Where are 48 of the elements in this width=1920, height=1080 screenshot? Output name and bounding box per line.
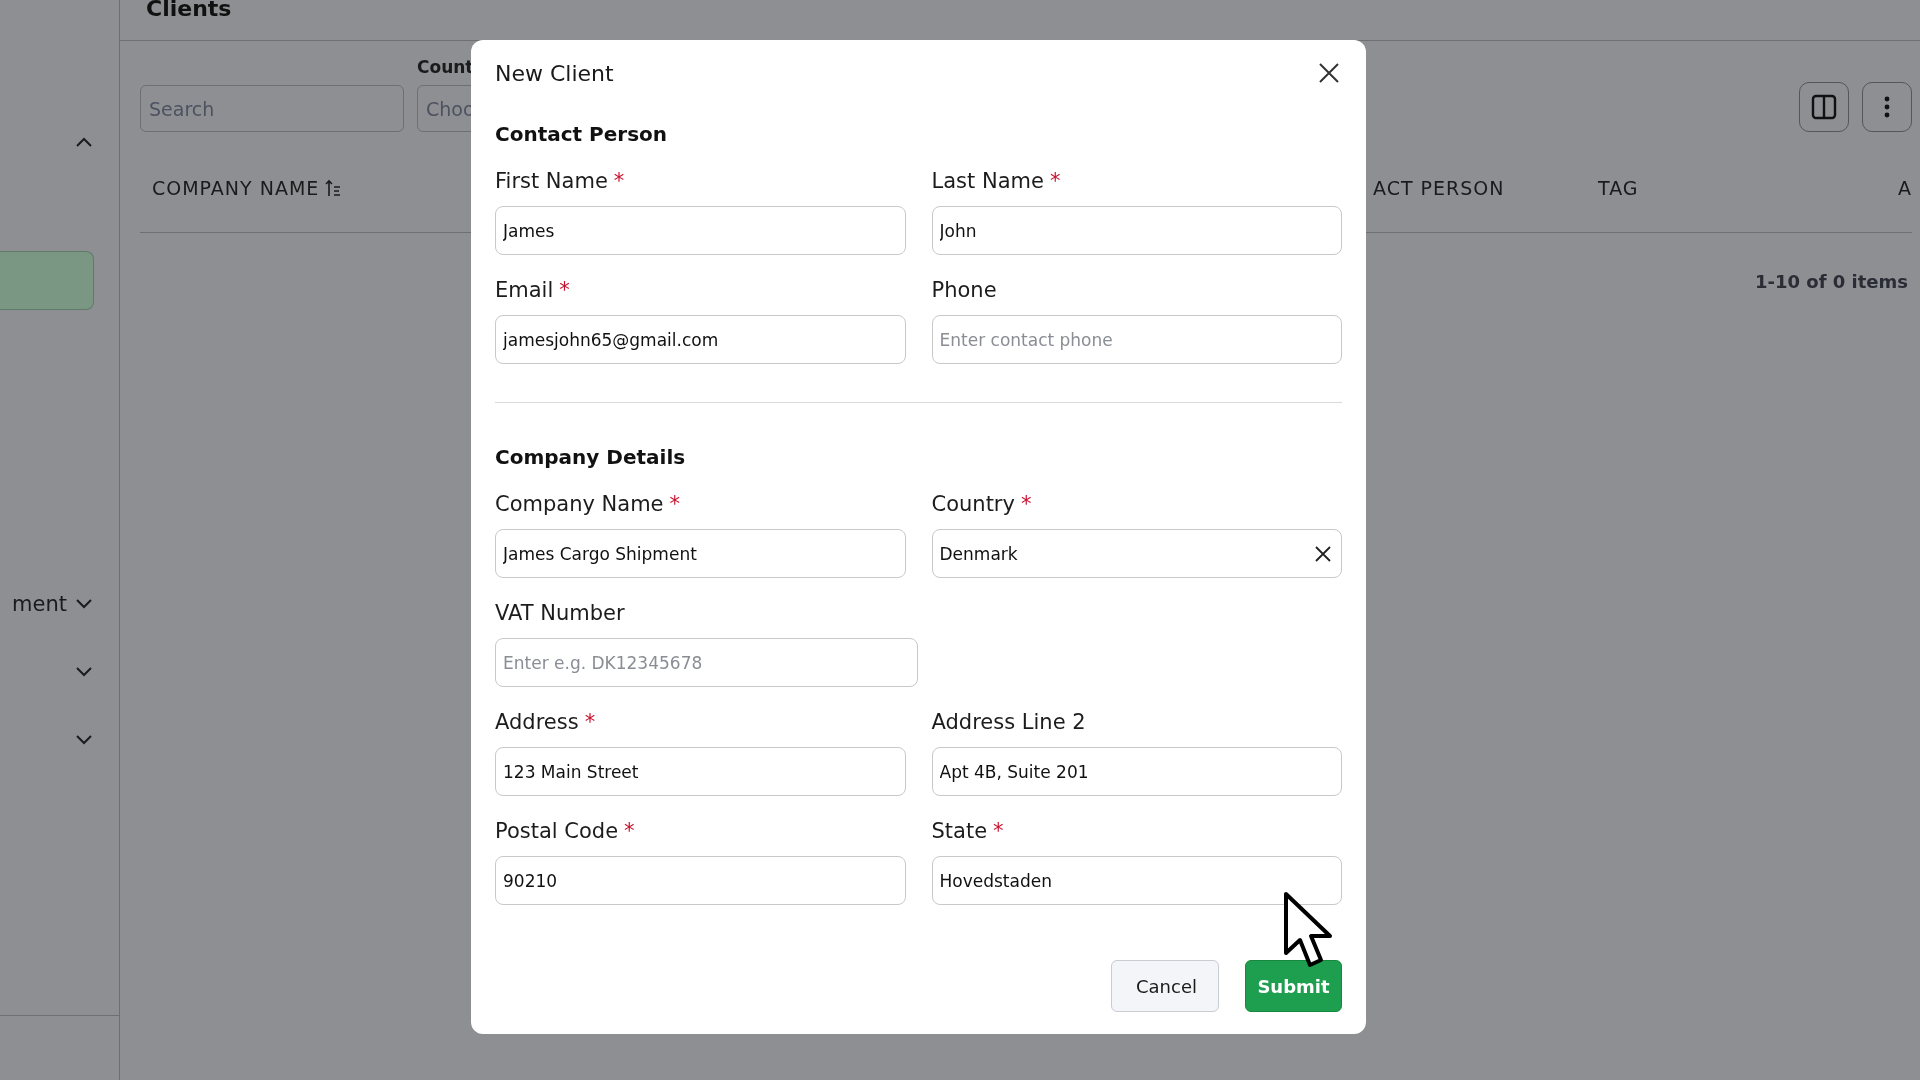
field-label: Country (931, 492, 1015, 516)
required-asterisk: * (559, 278, 570, 302)
field-label: Company Name (495, 492, 664, 516)
dialog-title: New Client (495, 60, 614, 86)
expand-chevron-icon[interactable] (75, 598, 93, 610)
required-asterisk: * (1020, 492, 1032, 516)
required-asterisk: * (584, 710, 596, 734)
sidebar-item-label[interactable]: ment (12, 592, 67, 616)
clear-icon[interactable] (1313, 543, 1333, 564)
filter-label: Count (417, 57, 475, 77)
field-label: Email (495, 278, 554, 302)
column-header[interactable]: TAG (1598, 177, 1639, 199)
expand-chevron-icon[interactable] (75, 666, 93, 678)
field-label: State (931, 819, 988, 843)
field-label: Phone (931, 278, 997, 302)
columns-button[interactable] (1799, 82, 1849, 132)
field-label: Address (495, 710, 579, 734)
required-asterisk: * (613, 169, 625, 193)
collapse-chevron-icon[interactable] (75, 136, 93, 148)
field-label: Address Line 2 (931, 710, 1086, 734)
more-vertical-icon (1884, 96, 1890, 118)
column-header[interactable]: COMPANY NAME (152, 177, 320, 199)
input-field[interactable]: Enter e.g. DK12345678 (495, 638, 918, 687)
country-select[interactable]: Denmark (931, 529, 1342, 578)
pagination-text: 1-10 of 0 items (1754, 271, 1908, 292)
input-field[interactable]: Enter contact phone (931, 315, 1342, 364)
sort-ascending-icon[interactable] (325, 179, 342, 197)
column-header[interactable]: A (1898, 177, 1912, 199)
required-asterisk: * (669, 492, 681, 516)
required-asterisk: * (1049, 169, 1061, 193)
required-asterisk: * (624, 819, 635, 843)
field-label: Last Name (931, 169, 1044, 193)
field-label: Postal Code (495, 819, 619, 843)
expand-chevron-icon[interactable] (75, 734, 93, 746)
input-field[interactable]: 90210 (495, 856, 906, 905)
cancel-button[interactable]: Cancel (1111, 960, 1219, 1012)
page-title: Clients (146, 0, 232, 21)
input-field[interactable]: jamesjohn65@gmail.com (495, 315, 906, 364)
input-field[interactable]: Apt 4B, Suite 201 (931, 747, 1342, 796)
section-title: Company Details (495, 445, 687, 469)
input-field[interactable]: 123 Main Street (495, 747, 906, 796)
section-title: Contact Person (495, 122, 669, 146)
input-field[interactable]: Hovedstaden (931, 856, 1342, 905)
required-asterisk: * (993, 819, 1004, 843)
field-label: VAT Number (495, 601, 625, 625)
columns-icon (1811, 94, 1837, 120)
field-label: First Name (495, 169, 608, 193)
column-header[interactable]: ACT PERSON (1373, 177, 1505, 199)
